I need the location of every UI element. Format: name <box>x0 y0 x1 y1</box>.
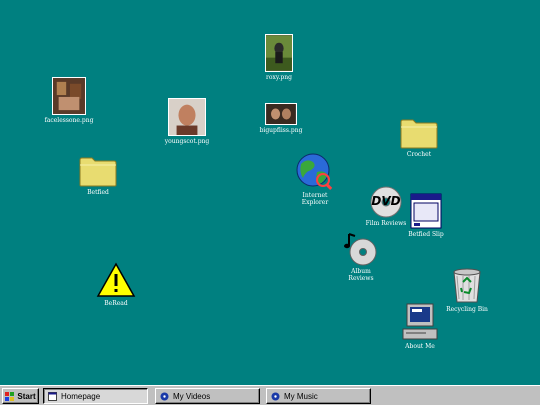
desktop-icon-betfied-slip[interactable]: Betfied Slip <box>404 193 448 238</box>
desktop-icon-beread[interactable]: BeRead <box>94 262 138 307</box>
desktop-icon-about-me[interactable]: About Me <box>399 303 441 350</box>
page-icon <box>48 391 57 401</box>
desktop-icon-crochet-folder[interactable]: Crochet <box>397 119 441 158</box>
desktop-icon-internet-explorer[interactable]: Internet Explorer <box>293 152 337 206</box>
start-label: Start <box>17 391 36 401</box>
desktop-icon-youngscot[interactable]: youngscot.png <box>164 98 210 145</box>
desktop-icon-bigupfliss[interactable]: bigupfliss.png <box>258 103 304 134</box>
desktop-icon-label: roxy.png <box>266 74 292 81</box>
desktop-icon-label: facelessone.png <box>44 117 94 124</box>
image-thumbnail-icon <box>265 103 297 125</box>
dvd-icon: DVD <box>370 186 402 218</box>
taskbar-button-label: Homepage <box>61 391 101 401</box>
taskbar-button-my-music[interactable]: My Music <box>266 388 371 404</box>
recycle-bin-icon <box>453 268 481 303</box>
folder-icon <box>79 157 117 187</box>
windows-logo-icon <box>5 391 15 401</box>
desktop-icon-label: Recycling Bin <box>446 306 488 313</box>
desktop-icon-film-reviews[interactable]: DVD Film Reviews <box>363 186 409 227</box>
window-document-icon <box>410 193 442 229</box>
image-thumbnail-icon <box>52 77 86 115</box>
desktop-icon-betfied-folder[interactable]: Betfied <box>76 157 120 196</box>
desktop-icon-label: Betfied <box>87 189 109 196</box>
desktop-icon-facelessone[interactable]: facelessone.png <box>44 77 94 124</box>
svg-text:DVD: DVD <box>371 194 400 208</box>
desktop-icon-label: bigupfliss.png <box>259 127 303 134</box>
desktop: roxy.png facelessone.png youngscot.png b… <box>0 0 540 385</box>
desktop-icon-label: Crochet <box>406 151 432 158</box>
start-button[interactable]: Start <box>2 388 39 404</box>
desktop-icon-label: Betfied Slip <box>408 231 444 238</box>
desktop-icon-label: Internet Explorer <box>301 192 329 206</box>
desktop-icon-recycling-bin[interactable]: Recycling Bin <box>443 266 491 313</box>
taskbar-button-my-videos[interactable]: My Videos <box>155 388 260 404</box>
desktop-icon-label: youngscot.png <box>164 138 210 145</box>
desktop-icon-roxy[interactable]: roxy.png <box>259 34 299 81</box>
desktop-icon-label: Album Reviews <box>348 268 374 282</box>
desktop-icon-album-reviews[interactable]: Album Reviews <box>342 230 380 282</box>
image-thumbnail-icon <box>265 34 293 72</box>
internet-explorer-globe-icon <box>296 153 333 190</box>
disc-icon <box>271 392 280 400</box>
computer-icon <box>402 303 438 340</box>
image-thumbnail-icon <box>168 98 206 136</box>
folder-icon <box>400 119 438 149</box>
desktop-icon-label: BeRead <box>104 300 128 307</box>
warning-icon <box>96 262 136 297</box>
disc-icon <box>160 392 169 400</box>
desktop-icon-label: Film Reviews <box>365 220 407 227</box>
music-cd-icon <box>344 233 377 266</box>
taskbar-button-label: My Videos <box>173 391 211 401</box>
taskbar: Start Homepage My Videos My Music <box>0 385 540 405</box>
taskbar-button-homepage[interactable]: Homepage <box>43 388 148 404</box>
desktop-icon-label: About Me <box>405 343 435 350</box>
taskbar-button-label: My Music <box>284 391 318 401</box>
